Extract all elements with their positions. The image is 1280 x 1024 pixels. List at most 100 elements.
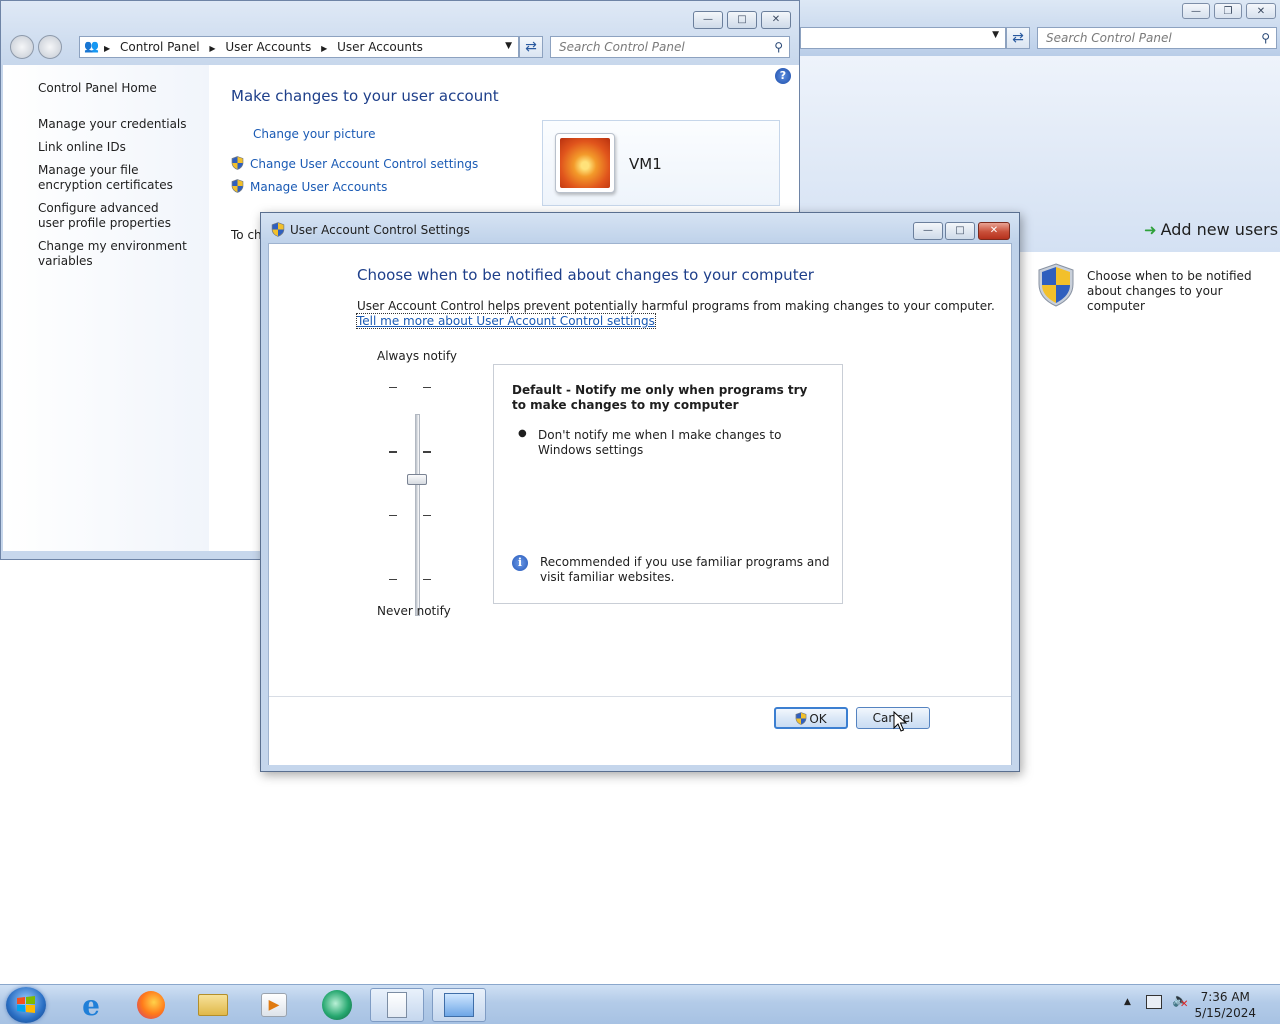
bg-close-button[interactable]: ✕ — [1246, 3, 1276, 19]
app-green-icon — [322, 990, 352, 1020]
sidebar-item-advanced-profile[interactable]: Configure advanced user profile properti… — [38, 201, 188, 231]
mouse-cursor-icon — [893, 711, 907, 732]
account-card: VM1 — [542, 120, 780, 206]
manage-accounts-link[interactable]: Manage User Accounts — [231, 179, 387, 194]
user-accounts-icon: 👥 — [84, 39, 99, 53]
refresh-icon[interactable]: ⇄ — [519, 36, 543, 58]
page-title: Make changes to your user account — [231, 87, 499, 105]
slider-tick — [423, 579, 431, 580]
uac-shield-icon — [1038, 263, 1074, 307]
breadcrumb-user-accounts-current[interactable]: User Accounts — [337, 40, 423, 54]
slider-tick — [389, 515, 397, 516]
slider-tick — [423, 515, 431, 516]
change-picture-link[interactable]: Change your picture — [253, 127, 375, 141]
bullet-icon: ● — [518, 428, 527, 439]
sidebar-item-manage-credentials[interactable]: Manage your credentials — [38, 117, 198, 132]
slider-bottom-label: Never notify — [377, 604, 451, 618]
help-icon[interactable]: ? — [775, 68, 791, 84]
avatar[interactable] — [555, 133, 615, 193]
background-task-area: Choose when to be notified about changes… — [1020, 252, 1280, 342]
sidebar-item-environment-variables[interactable]: Change my environment variables — [38, 239, 188, 269]
dialog-title: User Account Control Settings — [290, 223, 470, 237]
bg-search-input[interactable]: Search Control Panel ⚲ — [1037, 27, 1277, 49]
uac-shield-icon — [271, 222, 285, 237]
muted-x-icon: ✕ — [1180, 999, 1189, 1010]
flower-picture-icon — [560, 138, 610, 188]
search-icon[interactable]: ⚲ — [774, 37, 783, 57]
bg-task-link[interactable]: Choose when to be notified about changes… — [1087, 269, 1277, 314]
clock-time: 7:36 AM — [1200, 990, 1250, 1004]
bg-restore-button[interactable]: ❐ — [1214, 3, 1242, 19]
taskbar: e ▶ ▲ 🔈 ✕ 7:36 AM 5/15/2024 — [0, 984, 1280, 1024]
bg-address-bar[interactable]: ▼ — [800, 27, 1006, 49]
uac-shield-icon — [795, 712, 807, 725]
firefox-icon — [137, 991, 165, 1019]
chevron-down-icon[interactable]: ▼ — [505, 41, 512, 51]
change-uac-link[interactable]: Change User Account Control settings — [231, 156, 478, 171]
slider-track[interactable] — [415, 414, 420, 616]
sidebar: Control Panel Home Manage your credentia… — [3, 65, 209, 551]
search-icon[interactable]: ⚲ — [1261, 28, 1270, 48]
internet-explorer-icon: e — [82, 988, 100, 1022]
folder-icon — [198, 994, 228, 1016]
control-panel-icon — [444, 993, 474, 1017]
learn-more-link[interactable]: Tell me more about User Account Control … — [356, 313, 656, 329]
add-new-users-link[interactable]: ➜ Add new users — [1144, 220, 1278, 239]
account-name: VM1 — [629, 155, 662, 173]
network-icon[interactable] — [1146, 995, 1162, 1009]
manage-accounts-label: Manage User Accounts — [250, 180, 388, 194]
ok-label: OK — [809, 712, 827, 726]
sidebar-item-file-encryption[interactable]: Manage your file encryption certificates — [38, 163, 198, 193]
cp-close-button[interactable]: ✕ — [761, 11, 791, 29]
dialog-heading: Choose when to be notified about changes… — [357, 266, 814, 284]
partial-text: To ch — [231, 228, 262, 242]
slider-tick — [389, 387, 397, 388]
taskbar-notepad[interactable] — [370, 988, 424, 1022]
breadcrumb-separator: ▶ — [209, 44, 216, 53]
slider-tick — [389, 579, 397, 580]
shield-icon — [231, 156, 244, 170]
back-button[interactable] — [10, 35, 34, 59]
setting-description-box: Default - Notify me only when programs t… — [493, 364, 843, 604]
media-player-icon: ▶ — [261, 993, 287, 1017]
cp-minimize-button[interactable]: — — [693, 11, 723, 29]
dialog-body: Choose when to be notified about changes… — [268, 243, 1012, 765]
uac-close-button[interactable]: ✕ — [978, 222, 1010, 240]
chevron-down-icon[interactable]: ▼ — [992, 30, 999, 40]
sidebar-item-link-online-ids[interactable]: Link online IDs — [38, 140, 198, 155]
cp-maximize-button[interactable]: □ — [727, 11, 757, 29]
show-hidden-icons-icon[interactable]: ▲ — [1124, 997, 1131, 1007]
slider-thumb[interactable] — [407, 474, 427, 485]
shield-icon — [231, 179, 244, 193]
uac-minimize-button[interactable]: — — [913, 222, 943, 240]
clock-date: 5/15/2024 — [1194, 1006, 1256, 1020]
taskbar-media-player[interactable]: ▶ — [247, 988, 301, 1022]
sidebar-item-control-panel-home[interactable]: Control Panel Home — [38, 81, 157, 96]
clock[interactable]: 7:36 AM 5/15/2024 — [1194, 989, 1256, 1021]
search-input[interactable]: Search Control Panel ⚲ — [550, 36, 790, 58]
setting-recommendation: Recommended if you use familiar programs… — [540, 555, 830, 584]
taskbar-control-panel[interactable] — [432, 988, 486, 1022]
slider-tick — [423, 451, 431, 453]
forward-button[interactable] — [38, 35, 62, 59]
bg-minimize-button[interactable]: — — [1182, 3, 1210, 19]
taskbar-internet-explorer[interactable]: e — [64, 988, 118, 1022]
taskbar-green-app[interactable] — [310, 988, 364, 1022]
taskbar-file-explorer[interactable] — [186, 988, 240, 1022]
taskbar-firefox[interactable] — [124, 988, 178, 1022]
breadcrumb: ▶ Control Panel ▶ User Accounts ▶ User A… — [104, 40, 429, 54]
notepad-icon — [387, 992, 407, 1018]
search-placeholder: Search Control Panel — [559, 40, 685, 54]
bg-refresh-icon[interactable]: ⇄ — [1006, 27, 1030, 49]
start-button[interactable] — [6, 987, 46, 1023]
dialog-intro-text: User Account Control helps prevent poten… — [357, 299, 995, 313]
breadcrumb-control-panel[interactable]: Control Panel — [120, 40, 200, 54]
windows-logo-icon — [17, 996, 35, 1013]
slider-tick — [389, 451, 397, 453]
ok-button[interactable]: OK — [774, 707, 848, 729]
uac-maximize-button[interactable]: □ — [945, 222, 975, 240]
breadcrumb-separator: ▶ — [104, 44, 111, 53]
breadcrumb-user-accounts[interactable]: User Accounts — [225, 40, 311, 54]
setting-description-title: Default - Notify me only when programs t… — [512, 383, 808, 412]
address-bar[interactable]: 👥 ▶ Control Panel ▶ User Accounts ▶ User… — [79, 36, 519, 58]
